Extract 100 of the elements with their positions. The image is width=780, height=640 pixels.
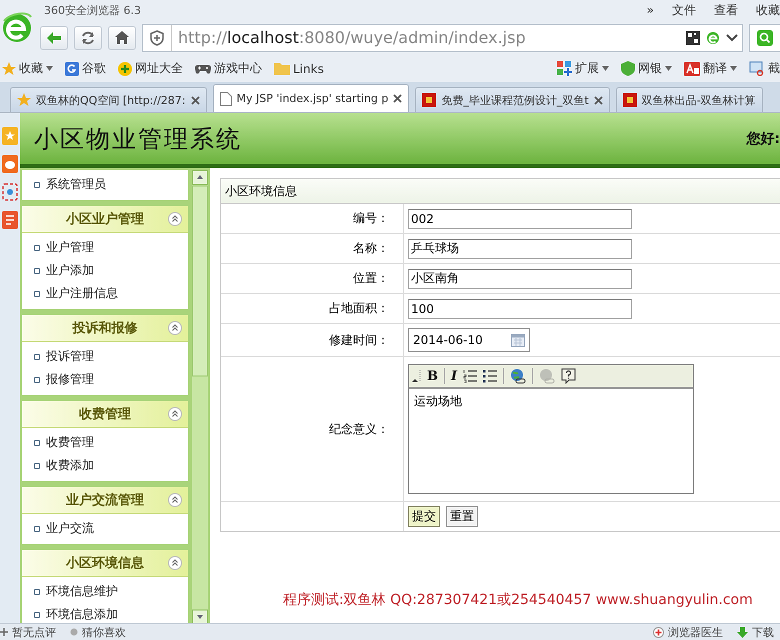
dashed-frame-icon[interactable] — [2, 183, 18, 201]
address-field[interactable]: http://localhost:8080/wuye/admin/index.jsp — [142, 24, 743, 52]
field-label: 修建时间： — [329, 332, 389, 348]
weibo-icon[interactable] — [2, 155, 18, 173]
bookmark-link[interactable]: 收藏 — [19, 60, 43, 77]
bold-button[interactable]: B — [427, 368, 438, 384]
numbered-list-button[interactable] — [463, 369, 478, 383]
browser-tab[interactable]: My JSP 'index.jsp' starting p — [212, 84, 410, 112]
menu-link[interactable]: 报修管理 — [46, 371, 94, 388]
caret-icon[interactable] — [46, 66, 53, 71]
caret-icon[interactable] — [602, 66, 609, 71]
close-icon[interactable] — [594, 96, 603, 104]
search-button[interactable] — [749, 24, 780, 52]
collapse-icon[interactable] — [168, 212, 182, 226]
star-icon[interactable] — [2, 62, 16, 76]
bookmark-link[interactable]: 扩展 — [575, 60, 599, 77]
collapse-icon[interactable] — [168, 493, 182, 507]
input-field[interactable]: 002 — [408, 208, 632, 228]
collapse-icon[interactable] — [168, 321, 182, 335]
translate-icon[interactable] — [684, 62, 700, 76]
bookmark-link[interactable]: Links — [293, 62, 324, 76]
date-field[interactable]: 2014-06-10 — [408, 328, 530, 352]
dot-icon[interactable] — [70, 628, 78, 636]
credit-text: 程序测试:双鱼林 QQ:287307421或254540457 www.shuangyulin.com — [283, 592, 753, 608]
back-button[interactable] — [40, 26, 68, 50]
help-button[interactable] — [561, 368, 576, 384]
status-link[interactable]: 浏览器医生 — [668, 624, 723, 640]
section-header[interactable]: 投诉和报修 — [22, 315, 188, 342]
menu-link[interactable]: 业户管理 — [46, 239, 94, 256]
bullet-list-button[interactable] — [483, 369, 498, 383]
field-label: 占地面积： — [329, 300, 389, 317]
plus-icon[interactable] — [0, 628, 8, 636]
input-field[interactable]: 乒乓球场 — [408, 238, 632, 258]
menu-link[interactable]: 业户注册信息 — [46, 285, 118, 302]
section-header[interactable]: 业户交流管理 — [22, 487, 188, 514]
globe-unlink-icon — [539, 368, 556, 384]
status-link[interactable]: 暂无点评 — [12, 624, 56, 640]
reset-button[interactable]: 重置 — [446, 506, 478, 527]
collapse-icon[interactable] — [168, 556, 182, 570]
italic-button[interactable]: I — [451, 368, 458, 384]
section-header[interactable]: 小区业户管理 — [22, 206, 188, 233]
browser-tab[interactable]: 双鱼林出品-双鱼林计算 — [616, 87, 763, 112]
more-menu[interactable]: » — [646, 3, 654, 17]
field-label: 编号： — [353, 210, 389, 227]
collapse-button[interactable] — [411, 369, 421, 383]
caret-icon[interactable] — [730, 66, 737, 71]
screenshot-icon[interactable] — [749, 61, 765, 76]
section-header[interactable]: 收费管理 — [22, 401, 188, 428]
menu-link[interactable]: 业户交流 — [46, 520, 94, 537]
browser-tab[interactable]: 双鱼林的QQ空间 [http://287: — [10, 87, 207, 112]
link-button[interactable] — [510, 368, 526, 384]
gamepad-icon[interactable] — [195, 62, 211, 74]
medkit-icon[interactable] — [653, 626, 664, 638]
home-button[interactable] — [108, 26, 136, 50]
input-field[interactable]: 100 — [408, 298, 632, 318]
menu-item[interactable]: 文件 — [672, 2, 696, 18]
bookmark-link[interactable]: 游戏中心 — [214, 60, 262, 77]
menu-link[interactable]: 收费添加 — [46, 457, 94, 474]
menu-link[interactable]: 环境信息添加 — [46, 606, 118, 623]
menu-link[interactable]: 投诉管理 — [46, 348, 94, 365]
bookmark-link[interactable]: 网址大全 — [135, 60, 183, 77]
plus-circle-icon[interactable] — [118, 62, 132, 76]
download-icon[interactable] — [737, 626, 748, 638]
home-icon — [115, 31, 129, 44]
caret-icon[interactable] — [665, 66, 672, 71]
refresh-button[interactable] — [74, 26, 102, 50]
bookmark-link[interactable]: 谷歌 — [82, 60, 106, 77]
collapse-icon[interactable] — [168, 407, 182, 421]
bookmark-link[interactable]: 翻译 — [703, 60, 727, 77]
rich-text-editor[interactable]: 运动场地 — [409, 389, 693, 493]
close-icon[interactable] — [190, 96, 200, 104]
submit-button[interactable]: 提交 — [408, 506, 440, 527]
status-link[interactable]: 下载 — [752, 624, 774, 640]
input-field[interactable]: 小区南角 — [408, 268, 632, 288]
bookmark-link[interactable]: 网银 — [638, 60, 662, 77]
menu-item[interactable]: 查看 — [714, 2, 738, 18]
g-square-icon[interactable] — [65, 62, 79, 76]
bookmark-link[interactable]: 截 — [768, 60, 780, 77]
form-title: 小区环境信息 — [221, 179, 780, 204]
qr-code-icon[interactable] — [686, 30, 700, 44]
menu-link[interactable]: 收费管理 — [46, 434, 94, 451]
close-icon[interactable] — [393, 94, 402, 103]
section-header[interactable]: 小区环境信息 — [22, 550, 188, 577]
shield-icon[interactable] — [150, 30, 164, 46]
scrollbar[interactable] — [192, 170, 208, 625]
refresh-icon — [81, 30, 95, 44]
search-icon — [757, 30, 773, 46]
note-icon[interactable] — [2, 211, 18, 229]
chevron-down-icon[interactable] — [726, 34, 738, 42]
globe-link-icon — [510, 368, 526, 384]
menu-link[interactable]: 业户添加 — [46, 262, 94, 279]
app-title: 小区物业管理系统 — [34, 124, 242, 154]
status-link[interactable]: 猜你喜欢 — [82, 624, 126, 640]
e-icon[interactable] — [706, 30, 720, 44]
page-icon — [220, 92, 232, 106]
field-label: 纪念意义： — [329, 420, 389, 438]
menu-item[interactable]: 收藏 — [756, 2, 780, 18]
blocks-icon[interactable] — [557, 61, 572, 76]
menu-link[interactable]: 环境信息维护 — [46, 583, 118, 600]
browser-tab[interactable]: 免费_毕业课程范例设计_双鱼t — [415, 87, 610, 112]
